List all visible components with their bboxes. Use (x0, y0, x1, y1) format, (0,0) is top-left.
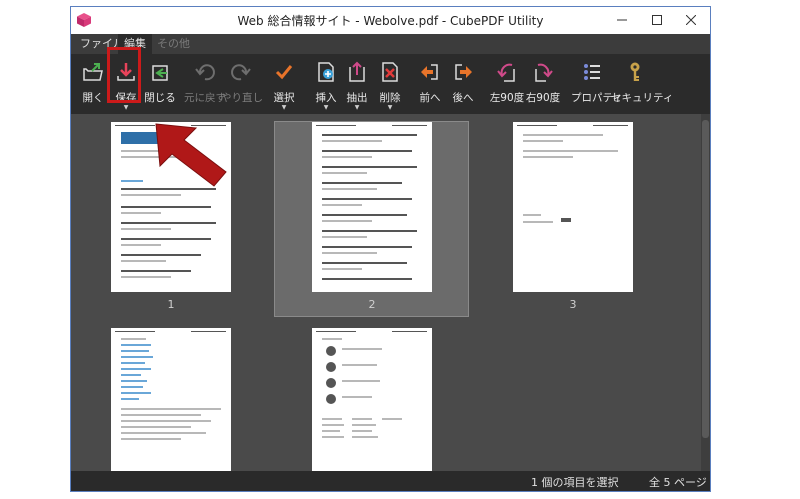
rotate-left-icon (497, 63, 515, 82)
status-bar: 1 個の項目を選択 全 5 ページ (71, 471, 710, 491)
properties-label: プロパティ (571, 92, 623, 104)
select-button[interactable]: 選択 ▼ (269, 54, 299, 114)
arrow-right-icon (455, 64, 472, 80)
save-dropdown-caret[interactable]: ▼ (124, 104, 129, 111)
insert-button[interactable]: 挿入 ▼ (311, 54, 341, 114)
page-thumbnail-2[interactable] (312, 122, 432, 292)
page-number-2: 2 (368, 298, 376, 311)
close-button[interactable] (677, 10, 705, 30)
key-icon (630, 62, 640, 81)
select-dropdown-caret[interactable]: ▼ (282, 104, 287, 111)
menu-other[interactable]: その他 (151, 34, 196, 54)
scrollbar-thumb[interactable] (702, 120, 709, 438)
title-bar[interactable]: Web 総合情報サイト - Webolve.pdf - CubePDF Util… (71, 7, 710, 34)
page-thumbnail-4[interactable] (111, 328, 231, 473)
rotate-left-label: 左90度 (489, 92, 525, 104)
security-label: セキュリティ (611, 92, 674, 104)
rotate-right-icon (535, 63, 553, 82)
move-next-label: 後へ (452, 92, 474, 104)
close-icon (686, 15, 696, 25)
redo-icon (231, 64, 251, 81)
open-label: 開く (82, 92, 104, 104)
rotate-right-label: 右90度 (525, 92, 561, 104)
extract-label: 抽出 (346, 92, 368, 104)
properties-list-icon (584, 64, 600, 80)
maximize-button[interactable] (643, 10, 671, 30)
insert-dropdown-caret[interactable]: ▼ (324, 104, 329, 111)
move-prev-label: 前へ (419, 92, 441, 104)
page-number-1: 1 (167, 298, 175, 311)
vertical-scrollbar[interactable] (701, 114, 710, 473)
page-number-3: 3 (569, 298, 577, 311)
save-button-highlight-box (107, 47, 141, 103)
menu-bar: ファイル 編集 その他 (71, 34, 710, 54)
minimize-icon (617, 19, 627, 21)
page-thumbnail-3[interactable] (513, 122, 633, 292)
toolbar-ribbon: 開く 保存 ▼ 閉じる 元に戻す やり直し 選択 ▼ 挿入 ▼ 抽出 ▼ 削除 … (71, 54, 710, 114)
redo-button[interactable]: やり直し (221, 54, 263, 114)
open-folder-icon (83, 63, 103, 81)
delete-button[interactable]: 削除 ▼ (375, 54, 405, 114)
insert-label: 挿入 (315, 92, 337, 104)
extract-icon (349, 61, 365, 82)
delete-dropdown-caret[interactable]: ▼ (388, 104, 393, 111)
move-prev-button[interactable]: 前へ (415, 54, 445, 114)
minimize-button[interactable] (608, 10, 636, 30)
insert-page-icon (318, 62, 334, 82)
security-button[interactable]: セキュリティ (611, 54, 674, 114)
checkmark-icon (275, 65, 293, 80)
extract-dropdown-caret[interactable]: ▼ (355, 104, 360, 111)
delete-icon (382, 62, 398, 82)
move-next-button[interactable]: 後へ (448, 54, 478, 114)
undo-icon (195, 64, 215, 81)
maximize-icon (652, 15, 662, 25)
close-doc-label: 閉じる (144, 92, 176, 104)
app-window: Web 総合情報サイト - Webolve.pdf - CubePDF Util… (70, 6, 711, 492)
rotate-left-button[interactable]: 左90度 (489, 54, 525, 114)
select-label: 選択 (273, 92, 295, 104)
redo-label: やり直し (221, 92, 263, 104)
delete-label: 削除 (379, 92, 401, 104)
open-button[interactable]: 開く (77, 54, 109, 114)
properties-button[interactable]: プロパティ (571, 54, 623, 114)
page-thumbnail-5[interactable] (312, 328, 432, 473)
rotate-right-button[interactable]: 右90度 (525, 54, 561, 114)
annotation-arrow-icon (155, 123, 227, 187)
selection-status: 1 個の項目を選択 (531, 476, 619, 489)
arrow-left-icon (421, 64, 438, 80)
close-doc-icon (152, 65, 168, 81)
extract-button[interactable]: 抽出 ▼ (342, 54, 372, 114)
close-doc-button[interactable]: 閉じる (143, 54, 177, 114)
page-count-status: 全 5 ページ (649, 476, 707, 489)
